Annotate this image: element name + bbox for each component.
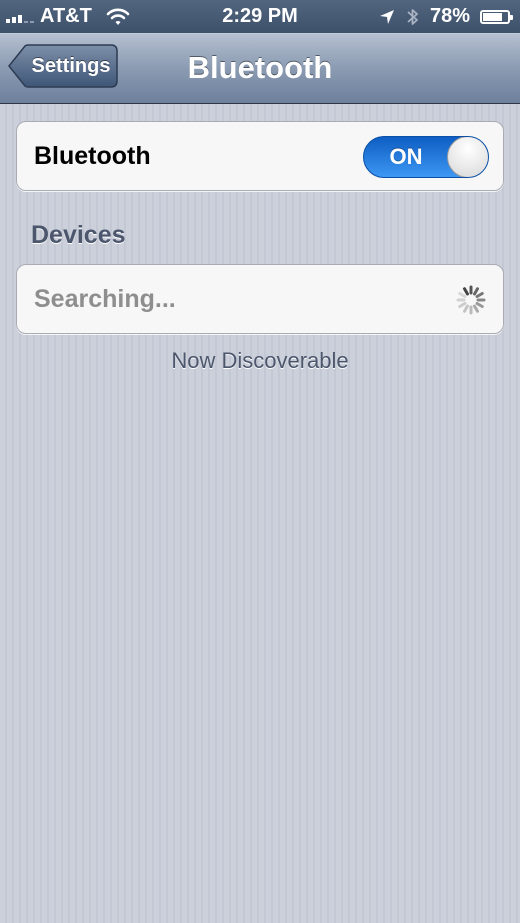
navigation-bar: Bluetooth Settings bbox=[0, 33, 520, 104]
devices-section-header: Devices bbox=[31, 221, 126, 249]
status-bar-right: 78% bbox=[368, 5, 513, 28]
activity-spinner-icon bbox=[456, 285, 486, 315]
bluetooth-icon bbox=[407, 8, 418, 25]
battery-percent: 78% bbox=[429, 5, 470, 27]
battery-fill bbox=[483, 12, 502, 21]
bluetooth-label: Bluetooth bbox=[34, 142, 151, 170]
back-button[interactable]: Settings bbox=[8, 44, 118, 88]
devices-searching-row: Searching... bbox=[16, 264, 504, 334]
battery-icon bbox=[480, 9, 513, 24]
searching-status: Searching... bbox=[34, 285, 176, 313]
status-bar: AT&T 2:29 PM 78% bbox=[0, 0, 520, 33]
back-button-label: Settings bbox=[31, 55, 111, 77]
toggle-knob bbox=[447, 137, 488, 177]
bluetooth-setting-row: Bluetooth ON bbox=[16, 121, 504, 191]
battery-nub bbox=[510, 14, 513, 20]
location-arrow-icon bbox=[379, 9, 394, 24]
discoverable-footer: Now Discoverable bbox=[171, 348, 349, 373]
bluetooth-toggle-switch[interactable]: ON bbox=[363, 136, 489, 178]
toggle-state-label: ON bbox=[389, 144, 423, 169]
